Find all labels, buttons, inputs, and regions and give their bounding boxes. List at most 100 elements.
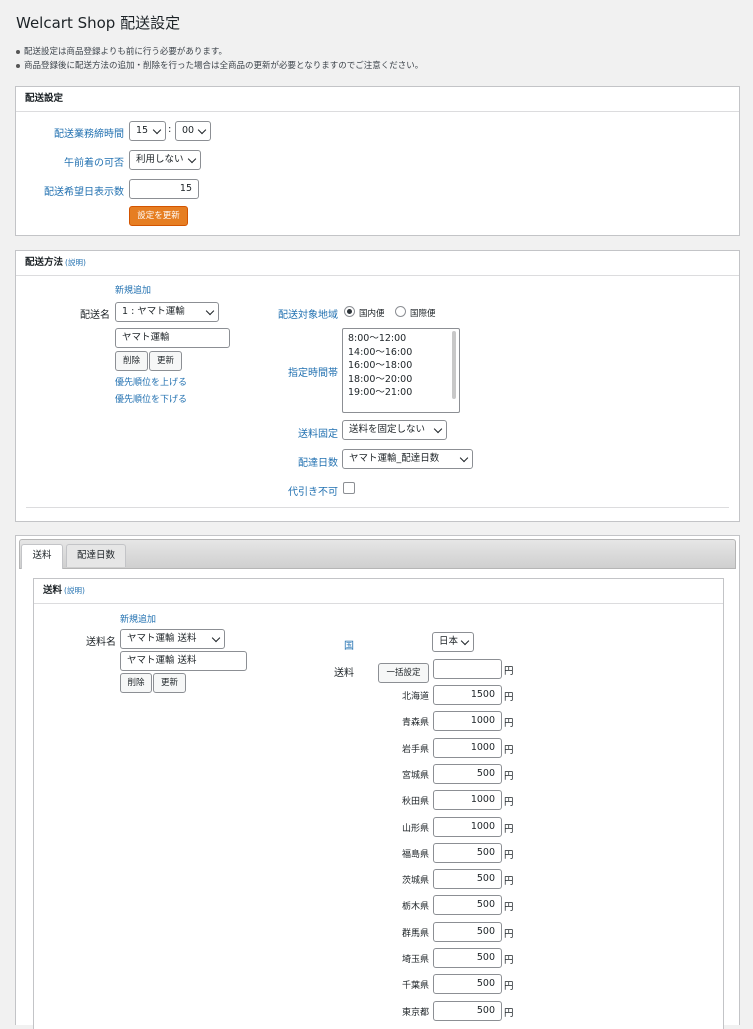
prefecture-name: 茨城県 [401, 876, 429, 886]
time-slot-textarea[interactable]: 8:00〜12:00 14:00〜16:00 16:00〜18:00 18:00… [342, 328, 460, 413]
delivery-method-heading-text: 配送方法 [25, 257, 64, 268]
textarea-scrollbar[interactable] [452, 331, 456, 399]
prefecture-fee-input[interactable]: 1500 [433, 685, 502, 705]
update-settings-button[interactable]: 設定を更新 [129, 206, 188, 226]
chevron-down-icon [433, 424, 443, 434]
prefecture-fee-input[interactable]: 1000 [433, 817, 502, 837]
prefecture-fee-input[interactable]: 500 [433, 895, 502, 915]
morning-delivery-value: 利用しない [136, 154, 184, 165]
prefecture-fee-input[interactable]: 1000 [433, 790, 502, 810]
add-new-postage-link[interactable]: 新規追加 [120, 612, 156, 625]
prefecture-name: 山形県 [401, 824, 429, 834]
prefecture-name: 群馬県 [401, 929, 429, 939]
delete-delivery-button[interactable]: 削除 [115, 351, 148, 371]
cod-label: 代引き不可 [288, 487, 338, 498]
postage-panel: 送料 (説明) 新規追加 送料名 ヤマト運輸 送料 ヤマト運輸 送料 削除 更新 … [33, 578, 724, 1029]
prefecture-name: 青森県 [401, 718, 429, 728]
delivery-name-label: 配送名 [80, 310, 110, 321]
delivery-method-panel: 配送方法 (説明) 新規追加 配送名 1 : ヤマト運輸 ヤマト運輸 削除 更新 … [15, 250, 740, 522]
help-link[interactable]: (説明) [64, 586, 85, 595]
closing-time-label: 配送業務締時間 [54, 129, 124, 140]
closing-minute-value: 00 [182, 125, 195, 136]
yen-unit: 円 [504, 666, 514, 677]
domestic-radio[interactable] [344, 306, 355, 317]
fixed-postage-value: 送料を固定しない [349, 424, 426, 435]
prefecture-fee-input[interactable]: 1000 [433, 738, 502, 758]
tab-delivery-days[interactable]: 配達日数 [66, 544, 126, 567]
bullet-icon [16, 63, 20, 68]
region-label: 配送対象地域 [278, 310, 338, 321]
closing-minute-select[interactable]: 00 [175, 121, 211, 141]
fixed-postage-label: 送料固定 [298, 429, 338, 440]
shipping-settings-panel: 配送設定 配送業務締時間 15 : 00 午前着の可否 利用しない 配送希望日表… [15, 86, 740, 236]
yen-unit: 円 [504, 797, 514, 808]
delivery-days-value: ヤマト運輸_配達日数 [349, 453, 440, 464]
chevron-down-icon [460, 636, 470, 646]
yen-unit: 円 [504, 876, 514, 887]
postage-name-select-value: ヤマト運輸 送料 [127, 633, 197, 644]
prefecture-fee-input[interactable]: 500 [433, 764, 502, 784]
prefecture-fee-input[interactable]: 1000 [433, 711, 502, 731]
delivery-name-select-value: 1 : ヤマト運輸 [122, 306, 185, 317]
yen-unit: 円 [504, 771, 514, 782]
note-line-1: 配送設定は商品登録よりも前に行う必要があります。 [16, 45, 227, 57]
international-radio-label: 国際便 [410, 309, 436, 319]
delete-postage-button[interactable]: 削除 [120, 673, 152, 693]
postage-name-label: 送料名 [86, 637, 116, 648]
bulk-fee-input[interactable] [433, 659, 502, 679]
country-value: 日本 [439, 636, 459, 647]
delivery-name-input[interactable]: ヤマト運輸 [115, 328, 230, 348]
prefecture-fee-input[interactable]: 500 [433, 843, 502, 863]
international-radio[interactable] [395, 306, 406, 317]
closing-hour-select[interactable]: 15 [129, 121, 166, 141]
bulk-setting-button[interactable]: 一括設定 [378, 663, 429, 683]
yen-unit: 円 [504, 902, 514, 913]
delivery-days-select[interactable]: ヤマト運輸_配達日数 [342, 449, 473, 469]
delivery-method-heading: 配送方法 (説明) [16, 251, 739, 276]
yen-unit: 円 [504, 955, 514, 966]
postage-name-select[interactable]: ヤマト運輸 送料 [120, 629, 225, 649]
priority-down-link[interactable]: 優先順位を下げる [115, 392, 187, 405]
morning-delivery-select[interactable]: 利用しない [129, 150, 201, 170]
yen-unit: 円 [504, 692, 514, 703]
prefecture-name: 埼玉県 [401, 955, 429, 965]
prefecture-fee-input[interactable]: 500 [433, 1001, 502, 1021]
bullet-icon [16, 49, 20, 54]
chevron-down-icon [211, 633, 221, 643]
prefecture-name: 岩手県 [401, 745, 429, 755]
yen-unit: 円 [504, 1008, 514, 1019]
prefecture-fee-input[interactable]: 500 [433, 922, 502, 942]
tabs-container: 送料 配達日数 送料 (説明) 新規追加 送料名 ヤマト運輸 送料 ヤマト運輸 送… [15, 535, 740, 1029]
chevron-down-icon [187, 154, 197, 164]
country-label: 国 [344, 641, 354, 652]
prefecture-name: 福島県 [401, 850, 429, 860]
delivery-name-select[interactable]: 1 : ヤマト運輸 [115, 302, 219, 322]
desired-days-input[interactable]: 15 [129, 179, 199, 199]
fixed-postage-select[interactable]: 送料を固定しない [342, 420, 447, 440]
prefecture-fee-input[interactable]: 500 [433, 974, 502, 994]
yen-unit: 円 [504, 824, 514, 835]
country-select[interactable]: 日本 [432, 632, 474, 652]
chevron-down-icon [152, 125, 162, 135]
closing-hour-value: 15 [136, 125, 149, 136]
fee-label: 送料 [334, 668, 354, 679]
update-postage-button[interactable]: 更新 [153, 673, 186, 693]
page-title: Welcart Shop 配送設定 [16, 14, 181, 32]
priority-up-link[interactable]: 優先順位を上げる [115, 375, 187, 388]
prefecture-name: 栃木県 [401, 902, 429, 912]
add-new-delivery-link[interactable]: 新規追加 [115, 283, 151, 296]
update-delivery-button[interactable]: 更新 [149, 351, 182, 371]
postage-name-input[interactable]: ヤマト運輸 送料 [120, 651, 247, 671]
prefecture-name: 千葉県 [401, 981, 429, 991]
cod-checkbox[interactable] [343, 482, 355, 494]
help-link[interactable]: (説明) [65, 258, 86, 267]
postage-heading-text: 送料 [43, 585, 63, 596]
prefecture-name: 東京都 [401, 1008, 429, 1018]
tab-postage[interactable]: 送料 [21, 544, 63, 569]
prefecture-fee-input[interactable]: 500 [433, 869, 502, 889]
domestic-radio-label: 国内便 [359, 309, 385, 319]
chevron-down-icon [205, 306, 215, 316]
desired-days-label: 配送希望日表示数 [44, 187, 124, 198]
prefecture-fee-input[interactable]: 500 [433, 948, 502, 968]
time-slot-label: 指定時間帯 [288, 368, 338, 379]
